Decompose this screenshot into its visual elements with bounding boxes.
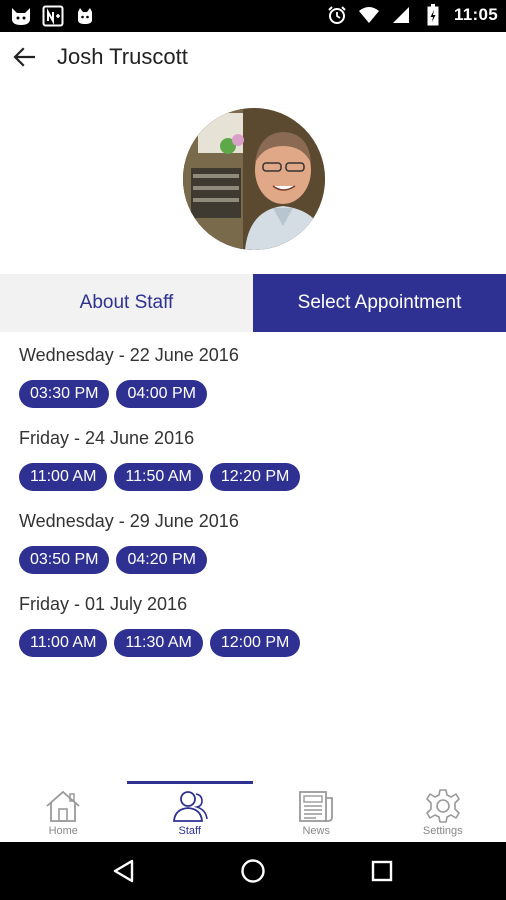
appointment-date: Wednesday - 22 June 2016 — [19, 345, 239, 365]
time-slot-button[interactable]: 12:00 PM — [209, 629, 301, 657]
time-slot-button[interactable]: 04:00 PM — [116, 380, 207, 408]
time-slots: 11:00 AM 11:30 AM 12:00 PM — [19, 629, 489, 657]
page-title: Josh Truscott — [57, 44, 188, 69]
android-icon — [74, 5, 96, 27]
tab-about-staff[interactable]: About Staff — [0, 274, 253, 332]
nav-home[interactable]: Home — [0, 780, 127, 842]
staff-avatar — [183, 108, 325, 250]
back-button[interactable] — [6, 39, 42, 75]
news-app-icon — [42, 5, 64, 27]
cat-icon — [10, 5, 32, 27]
time-slots: 11:00 AM 11:50 AM 12:20 PM — [19, 463, 489, 491]
system-navigation-bar — [0, 842, 506, 900]
home-icon — [43, 788, 83, 824]
system-back-button[interactable] — [104, 851, 144, 891]
time-slot-button[interactable]: 11:50 AM — [114, 463, 203, 491]
time-slot-button[interactable]: 11:00 AM — [19, 463, 108, 491]
appointment-day: Friday - 01 July 2016 11:00 AM 11:30 AM … — [19, 591, 489, 674]
bottom-navigation: Home Staff News Settings — [0, 780, 506, 842]
tab-select-appointment[interactable]: Select Appointment — [253, 274, 506, 332]
staff-icon — [170, 788, 210, 824]
status-bar-notifications — [10, 5, 96, 27]
tab-bar: About Staff Select Appointment — [0, 274, 506, 332]
appointment-date: Friday - 01 July 2016 — [19, 594, 188, 614]
battery-icon — [422, 4, 444, 26]
time-slot-button[interactable]: 03:30 PM — [19, 380, 110, 408]
time-slot-button[interactable]: 04:20 PM — [116, 546, 207, 574]
nav-label: News — [302, 825, 330, 837]
triangle-back-icon — [114, 859, 134, 883]
wifi-icon — [358, 4, 380, 26]
time-slot-button[interactable]: 12:20 PM — [209, 463, 301, 491]
appointment-list: Wednesday - 22 June 2016 03:30 PM 04:00 … — [19, 342, 489, 674]
nav-news[interactable]: News — [253, 780, 380, 842]
time-slot-button[interactable]: 11:30 AM — [114, 629, 203, 657]
system-recents-button[interactable] — [362, 851, 402, 891]
appointment-day: Friday - 24 June 2016 11:00 AM 11:50 AM … — [19, 425, 489, 508]
settings-icon — [423, 788, 463, 824]
nav-staff[interactable]: Staff — [126, 780, 253, 842]
circle-home-icon — [241, 859, 265, 883]
appointment-day: Wednesday - 29 June 2016 03:50 PM 04:20 … — [19, 508, 489, 591]
status-time: 11:05 — [453, 5, 498, 24]
alarm-icon — [326, 4, 348, 26]
status-bar-system: 11:05 — [326, 4, 498, 26]
arrow-left-icon — [13, 47, 35, 67]
system-home-button[interactable] — [233, 851, 273, 891]
time-slots: 03:30 PM 04:00 PM — [19, 380, 489, 408]
time-slot-button[interactable]: 03:50 PM — [19, 546, 110, 574]
status-bar: 11:05 — [0, 0, 506, 32]
signal-icon — [390, 4, 412, 26]
appointment-day: Wednesday - 22 June 2016 03:30 PM 04:00 … — [19, 342, 489, 425]
appointment-date: Wednesday - 29 June 2016 — [19, 511, 239, 531]
app-bar: Josh Truscott — [0, 32, 506, 82]
time-slots: 03:50 PM 04:20 PM — [19, 546, 489, 574]
nav-settings[interactable]: Settings — [380, 780, 506, 842]
news-icon — [296, 788, 336, 824]
nav-label: Home — [48, 825, 78, 837]
nav-label: Settings — [422, 825, 463, 837]
square-recents-icon — [371, 860, 392, 882]
appointment-date: Friday - 24 June 2016 — [19, 428, 195, 448]
active-tab-indicator — [126, 781, 253, 784]
nav-label: Staff — [178, 825, 201, 837]
time-slot-button[interactable]: 11:00 AM — [19, 629, 108, 657]
